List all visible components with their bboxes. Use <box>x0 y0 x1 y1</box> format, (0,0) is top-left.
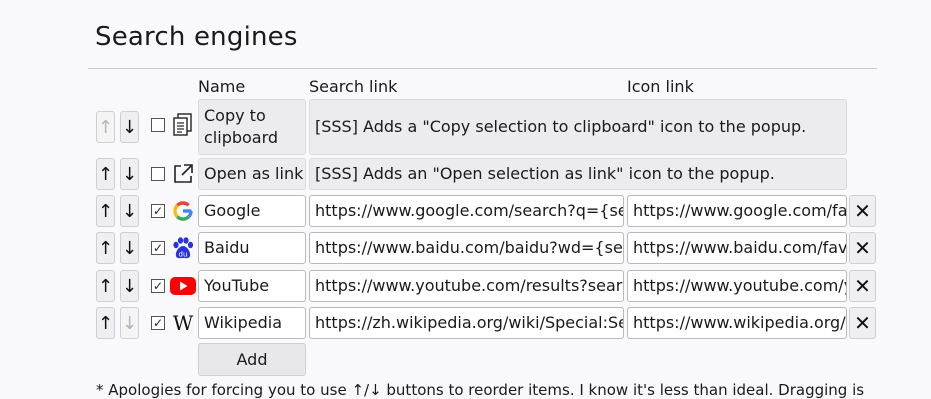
name-input[interactable]: Google <box>198 195 306 227</box>
move-down-button[interactable]: ↓ <box>120 270 139 302</box>
move-up-button[interactable]: ↑ <box>96 307 115 339</box>
search-link-input[interactable]: https://www.baidu.com/baidu?wd={sea <box>309 232 624 264</box>
search-link-input[interactable]: https://zh.wikipedia.org/wiki/Special:Se… <box>309 307 624 339</box>
delete-button[interactable]: ✕ <box>849 270 876 302</box>
name-input[interactable]: Baidu <box>198 232 306 264</box>
enable-checkbox[interactable] <box>151 118 165 132</box>
icon-link-input[interactable]: https://www.wikipedia.org/ <box>627 307 847 339</box>
copy-icon <box>170 112 196 138</box>
name-field: Copy to clipboard <box>198 99 306 155</box>
enable-checkbox[interactable]: ✓ <box>151 316 165 330</box>
page-title: Search engines <box>95 22 298 52</box>
move-up-button[interactable]: ↑ <box>96 158 115 190</box>
search-link-input[interactable]: https://www.google.com/search?q={sea <box>309 195 624 227</box>
external-link-icon <box>170 161 196 187</box>
name-line-2: clipboard <box>204 128 279 147</box>
move-up-button[interactable]: ↑ <box>96 111 115 143</box>
move-down-button[interactable]: ↓ <box>120 158 139 190</box>
column-header-search-link: Search link <box>309 77 398 96</box>
move-down-button[interactable]: ↓ <box>120 195 139 227</box>
search-link-input[interactable]: https://www.youtube.com/results?searc <box>309 270 624 302</box>
delete-button[interactable]: ✕ <box>849 232 876 264</box>
add-engine-button[interactable]: Add <box>198 343 306 376</box>
description-field: [SSS] Adds a "Copy selection to clipboar… <box>309 99 847 155</box>
move-up-button[interactable]: ↑ <box>96 270 115 302</box>
move-down-button[interactable]: ↓ <box>120 111 139 143</box>
delete-button[interactable]: ✕ <box>849 307 876 339</box>
column-header-name: Name <box>198 77 246 96</box>
name-input[interactable]: Wikipedia <box>198 307 306 339</box>
move-up-button[interactable]: ↑ <box>96 195 115 227</box>
youtube-icon <box>170 273 196 299</box>
description-field: [SSS] Adds an "Open selection as link" i… <box>309 158 847 190</box>
enable-checkbox[interactable]: ✓ <box>151 204 165 218</box>
baidu-icon: du <box>170 235 196 261</box>
enable-checkbox[interactable] <box>151 167 165 181</box>
enable-checkbox[interactable]: ✓ <box>151 241 165 255</box>
svg-text:du: du <box>179 251 188 259</box>
icon-link-input[interactable]: https://www.google.com/fa <box>627 195 847 227</box>
enable-checkbox[interactable]: ✓ <box>151 279 165 293</box>
move-up-button[interactable]: ↑ <box>96 232 115 264</box>
google-icon <box>170 198 196 224</box>
move-down-button[interactable]: ↓ <box>120 307 139 339</box>
footnote: * Apologies for forcing you to use ↑/↓ b… <box>96 381 865 399</box>
move-down-button[interactable]: ↓ <box>120 232 139 264</box>
name-field: Open as link <box>198 158 306 190</box>
icon-link-input[interactable]: https://www.youtube.com/y <box>627 270 847 302</box>
column-header-icon-link: Icon link <box>627 77 694 96</box>
name-input[interactable]: YouTube <box>198 270 306 302</box>
svg-text:W: W <box>173 313 194 333</box>
icon-link-input[interactable]: https://www.baidu.com/fav <box>627 232 847 264</box>
wikipedia-icon: W <box>170 310 196 336</box>
name-line-1: Copy to <box>204 106 266 125</box>
delete-button[interactable]: ✕ <box>849 195 876 227</box>
heading-divider <box>88 68 877 69</box>
